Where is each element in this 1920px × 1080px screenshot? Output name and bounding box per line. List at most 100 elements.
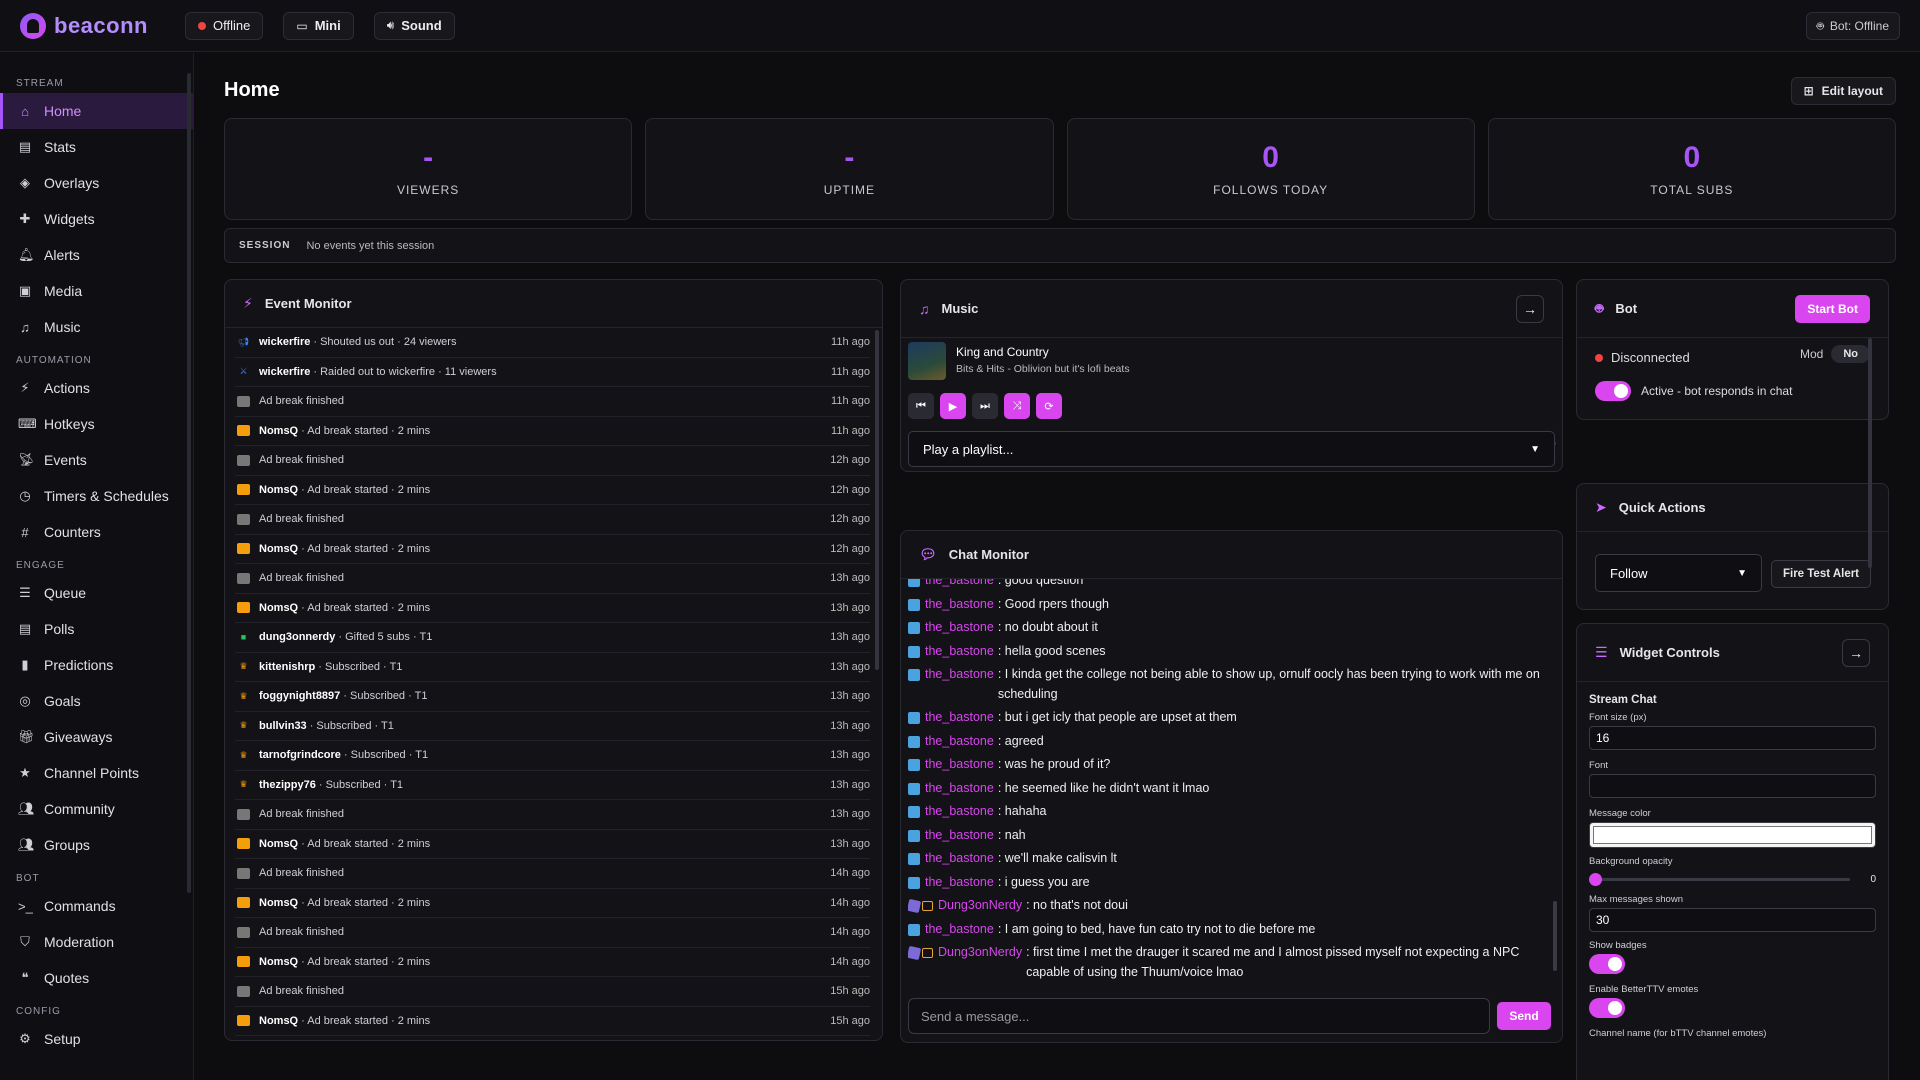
sound-button[interactable]: 🔊︎ Sound — [373, 11, 455, 40]
show-badges-toggle[interactable] — [1589, 954, 1625, 974]
play-button[interactable]: ▶ — [940, 393, 966, 419]
event-username[interactable]: NomsQ — [259, 484, 298, 496]
sidebar-item-overlays[interactable]: ◈ Overlays — [0, 165, 193, 201]
chat-username[interactable]: the_bastone — [925, 665, 994, 704]
event-row: Ad break finished 14h ago — [235, 859, 870, 889]
event-username[interactable]: tarnofgrindcore — [259, 749, 341, 761]
chat-username[interactable]: Dung3onNerdy — [938, 943, 1022, 982]
stat-card-follows-today: 0 FOLLOWS TODAY — [1066, 118, 1475, 220]
sidebar-item-giveaways[interactable]: 🎁︎ Giveaways — [0, 719, 193, 755]
event-username[interactable]: NomsQ — [259, 543, 298, 555]
sidebar-item-commands[interactable]: >_ Commands — [0, 888, 193, 924]
subscriber-badge-icon — [908, 829, 920, 842]
event-username[interactable]: foggynight8897 — [259, 690, 340, 702]
playlist-select[interactable]: Play a playlist... ▼ — [908, 431, 1555, 467]
sidebar-item-actions[interactable]: ⚡︎ Actions — [0, 370, 193, 406]
sidebar-item-goals[interactable]: ◎ Goals — [0, 683, 193, 719]
mini-label: Mini — [314, 18, 341, 33]
sidebar-item-hotkeys[interactable]: ⌨ Hotkeys — [0, 406, 193, 442]
quick-action-select[interactable]: Follow ▼ — [1595, 554, 1762, 592]
chat-message: the_bastone: we'll make calisvin lt — [908, 849, 1544, 869]
sidebar-item-predictions[interactable]: ▮ Predictions — [0, 647, 193, 683]
event-list-scrollbar[interactable] — [875, 330, 879, 670]
background-opacity-knob[interactable] — [1589, 872, 1602, 886]
sidebar-item-channel-points[interactable]: ★ Channel Points — [0, 755, 193, 791]
chat-username[interactable]: the_bastone — [925, 873, 994, 893]
event-username[interactable]: dung3onnerdy — [259, 631, 335, 643]
event-text: Ad break finished — [259, 513, 344, 526]
chat-username[interactable]: the_bastone — [925, 920, 994, 940]
event-username[interactable]: NomsQ — [259, 956, 298, 968]
chat-message-input[interactable]: Send a message... — [908, 998, 1490, 1034]
sidebar-item-setup[interactable]: ⚙ Setup — [0, 1021, 193, 1057]
event-username[interactable]: kittenishrp — [259, 661, 315, 673]
event-row: Ad break finished 13h ago — [235, 800, 870, 830]
sidebar-item-stats[interactable]: ▤ Stats — [0, 129, 193, 165]
chat-username[interactable]: the_bastone — [925, 618, 994, 638]
sidebar-scrollbar[interactable] — [187, 73, 191, 893]
mod-value-badge: No — [1831, 345, 1870, 363]
max-messages-input[interactable]: 30 — [1589, 908, 1876, 932]
chat-username[interactable]: the_bastone — [925, 779, 994, 799]
sidebar-item-polls[interactable]: ▤ Polls — [0, 611, 193, 647]
chat-username[interactable]: the_bastone — [925, 642, 994, 662]
event-username[interactable]: bullvin33 — [259, 720, 307, 732]
chat-username[interactable]: the_bastone — [925, 579, 994, 591]
background-opacity-slider[interactable] — [1589, 872, 1850, 886]
users-icon: 👥︎ — [18, 801, 35, 816]
brand-logo[interactable]: beaconn — [20, 12, 165, 39]
chat-scrollbar[interactable] — [1553, 901, 1557, 971]
chat-username[interactable]: the_bastone — [925, 595, 994, 615]
event-username[interactable]: NomsQ — [259, 897, 298, 909]
shuffle-button[interactable]: ⤨ — [1004, 393, 1030, 419]
sidebar-item-music[interactable]: ♫ Music — [0, 309, 193, 345]
chat-username[interactable]: the_bastone — [925, 732, 994, 752]
sidebar-item-alerts[interactable]: 🔔︎ Alerts — [0, 237, 193, 273]
event-username[interactable]: wickerfire — [259, 366, 310, 378]
fire-test-alert-button[interactable]: Fire Test Alert — [1771, 560, 1871, 588]
next-button[interactable]: ⏭︎ — [972, 393, 998, 419]
offline-button[interactable]: Offline — [185, 11, 264, 40]
previous-button[interactable]: ⏮︎ — [908, 393, 934, 419]
event-username[interactable]: NomsQ — [259, 838, 298, 850]
chat-username[interactable]: the_bastone — [925, 708, 994, 728]
chat-username[interactable]: the_bastone — [925, 802, 994, 822]
sidebar-item-community[interactable]: 👥︎ Community — [0, 791, 193, 827]
start-bot-button[interactable]: Start Bot — [1795, 294, 1870, 323]
event-username[interactable]: thezippy76 — [259, 779, 316, 791]
bot-status-button[interactable]: 🤖︎ Bot: Offline — [1805, 12, 1900, 40]
sidebar-item-moderation[interactable]: ⛉ Moderation — [0, 924, 193, 960]
sidebar-item-widgets[interactable]: ✚ Widgets — [0, 201, 193, 237]
mini-button[interactable]: ▭ Mini — [283, 11, 354, 40]
event-username[interactable]: NomsQ — [259, 425, 298, 437]
sidebar-item-events[interactable]: 📡︎ Events — [0, 442, 193, 478]
repeat-button[interactable]: ⟳ — [1036, 393, 1062, 419]
event-username[interactable]: NomsQ — [259, 1015, 298, 1027]
font-input[interactable] — [1589, 774, 1876, 798]
font-size-input[interactable]: 16 — [1589, 726, 1876, 750]
page-scrollbar[interactable] — [1868, 338, 1872, 568]
sidebar-item-quotes[interactable]: ❝ Quotes — [0, 960, 193, 996]
sidebar-item-queue[interactable]: ☰ Queue — [0, 575, 193, 611]
bttv-toggle[interactable] — [1589, 998, 1625, 1018]
sidebar-item-counters[interactable]: # Counters — [0, 514, 193, 550]
sidebar-item-timers-schedules[interactable]: ◷ Timers & Schedules — [0, 478, 193, 514]
chat-username[interactable]: the_bastone — [925, 849, 994, 869]
chat-monitor-panel: 💬︎ Chat Monitor the_bastone: good questi… — [900, 530, 1563, 1043]
open-widget-button[interactable]: → — [1842, 638, 1870, 667]
event-username[interactable]: wickerfire — [259, 336, 310, 348]
chat-username[interactable]: Dung3onNerdy — [938, 896, 1022, 916]
chat-message: the_bastone: hahaha — [908, 802, 1544, 822]
bot-active-toggle[interactable] — [1595, 381, 1631, 401]
edit-layout-button[interactable]: ⊞ Edit layout — [1790, 77, 1896, 105]
chat-username[interactable]: the_bastone — [925, 826, 994, 846]
event-time: 15h ago — [830, 985, 870, 998]
event-username[interactable]: NomsQ — [259, 602, 298, 614]
sidebar-item-home[interactable]: ⌂ Home — [0, 93, 193, 129]
message-color-picker[interactable] — [1589, 822, 1876, 848]
send-button[interactable]: Send — [1497, 1002, 1551, 1030]
sidebar-item-media[interactable]: ▣ Media — [0, 273, 193, 309]
chat-username[interactable]: the_bastone — [925, 755, 994, 775]
sidebar-item-groups[interactable]: 👥︎ Groups — [0, 827, 193, 863]
open-music-button[interactable]: → — [1516, 294, 1544, 323]
